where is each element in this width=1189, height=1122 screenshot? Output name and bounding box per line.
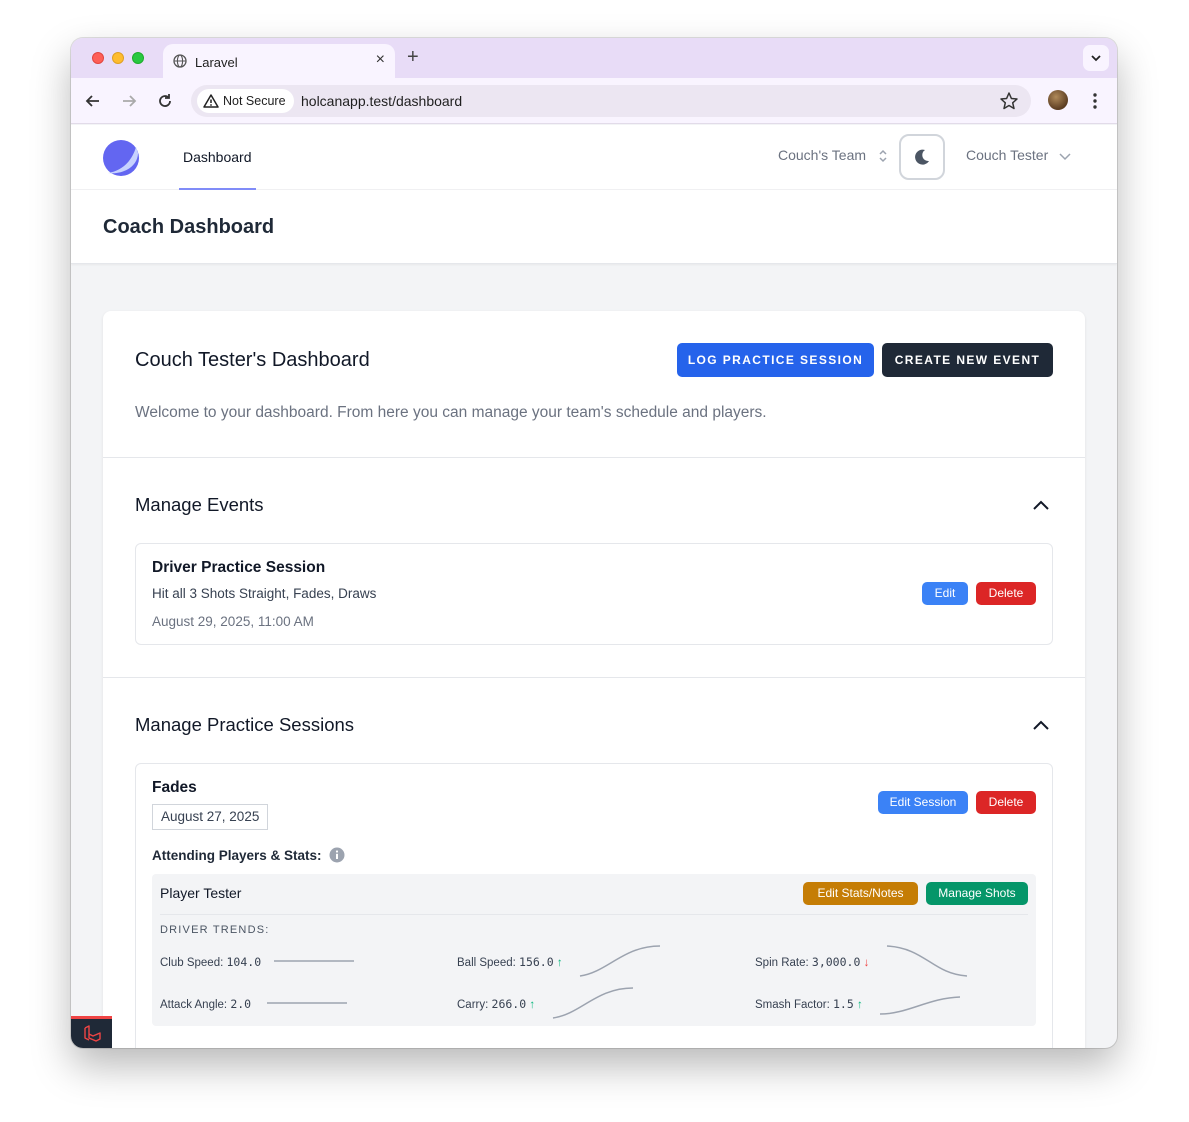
stat-label: Ball Speed:	[457, 957, 516, 969]
log-practice-session-button[interactable]: LOG PRACTICE SESSION	[677, 343, 874, 377]
stat-value: 156.0	[519, 955, 554, 969]
info-icon[interactable]	[329, 847, 345, 863]
security-chip[interactable]: Not Secure	[197, 89, 294, 113]
close-window-button[interactable]	[92, 52, 104, 64]
user-name: Couch Tester	[966, 147, 1049, 163]
laravel-debugbar-button[interactable]	[71, 1016, 112, 1048]
stat-spin-rate: Spin Rate: 3,000.0 ↓	[755, 955, 869, 969]
team-name: Couch's Team	[778, 147, 867, 163]
stat-label: Carry:	[457, 999, 489, 1011]
back-icon[interactable]	[83, 91, 103, 111]
globe-icon	[173, 54, 187, 68]
tab-title: Laravel	[195, 55, 238, 70]
close-tab-icon[interactable]: ×	[376, 52, 385, 68]
page-title: Coach Dashboard	[103, 216, 275, 238]
carry-sparkline	[552, 987, 634, 1019]
laravel-logo-icon	[84, 1025, 101, 1042]
maximize-window-button[interactable]	[132, 52, 144, 64]
session-name: Fades	[152, 779, 197, 796]
profile-avatar[interactable]	[1048, 90, 1068, 110]
dashboard-title: Couch Tester's Dashboard	[135, 349, 370, 371]
chevron-up-icon[interactable]	[1031, 715, 1051, 735]
stat-value: 104.0	[226, 955, 262, 969]
stat-attack-angle: Attack Angle: 2.0	[160, 997, 251, 1011]
page-header: Coach Dashboard	[71, 190, 1117, 264]
kebab-menu-icon[interactable]	[1085, 91, 1105, 111]
address-bar[interactable]: Not Secure holcanapp.test/dashboard	[191, 85, 1031, 117]
session-date-badge: August 27, 2025	[152, 804, 269, 830]
stat-label: Attack Angle:	[160, 999, 228, 1011]
user-menu[interactable]: Couch Tester	[966, 147, 1072, 163]
tab-search-button[interactable]	[1083, 45, 1109, 71]
chevron-down-icon	[1059, 153, 1071, 161]
smash-factor-sparkline	[879, 996, 961, 1015]
delete-event-button[interactable]: Delete	[976, 582, 1036, 605]
section-divider	[103, 457, 1085, 458]
browser-tab[interactable]: Laravel ×	[163, 44, 395, 78]
browser-toolbar: Not Secure holcanapp.test/dashboard	[71, 78, 1117, 124]
bookmark-star-icon[interactable]	[999, 91, 1019, 111]
edit-event-button[interactable]: Edit	[922, 582, 968, 605]
spin-rate-sparkline	[886, 945, 968, 977]
stat-club-speed: Club Speed: 104.0	[160, 955, 261, 969]
stat-value: 2.0	[230, 997, 252, 1011]
manage-shots-button[interactable]: Manage Shots	[926, 882, 1028, 905]
nav-dashboard-link[interactable]: Dashboard	[179, 125, 256, 190]
stat-label: Smash Factor:	[755, 999, 830, 1011]
create-new-event-button[interactable]: CREATE NEW EVENT	[882, 343, 1053, 377]
new-tab-icon[interactable]: +	[407, 47, 419, 67]
browser-window: Laravel × + Not Secure holcanapp.test/da…	[71, 38, 1117, 1048]
trend-up-icon: ↑	[856, 999, 863, 1011]
chevron-up-icon[interactable]	[1031, 495, 1051, 515]
app-logo-icon[interactable]	[102, 139, 140, 177]
edit-stats-notes-button[interactable]: Edit Stats/Notes	[803, 882, 918, 905]
event-description: Hit all 3 Shots Straight, Fades, Draws	[152, 586, 377, 601]
player-name: Player Tester	[160, 885, 242, 901]
edit-session-button[interactable]: Edit Session	[878, 791, 968, 814]
delete-session-button[interactable]: Delete	[976, 791, 1036, 814]
theme-toggle-button[interactable]	[899, 134, 945, 180]
chevron-up-down-icon	[879, 150, 887, 163]
warning-icon	[203, 94, 219, 108]
panel-divider	[160, 914, 1028, 915]
reload-icon[interactable]	[155, 91, 175, 111]
forward-icon[interactable]	[119, 91, 139, 111]
event-date: August 29, 2025, 11:00 AM	[152, 614, 314, 629]
section-divider	[103, 677, 1085, 678]
trend-up-icon: ↑	[529, 999, 536, 1011]
moon-icon	[915, 149, 929, 165]
club-speed-sparkline	[274, 960, 354, 962]
driver-trends-title: DRIVER TRENDS:	[160, 924, 270, 936]
welcome-text: Welcome to your dashboard. From here you…	[135, 404, 767, 421]
stat-smash-factor: Smash Factor: 1.5 ↑	[755, 997, 863, 1011]
trend-up-icon: ↑	[556, 957, 563, 969]
event-card: Driver Practice Session Hit all 3 Shots …	[135, 543, 1053, 645]
attending-label-text: Attending Players & Stats:	[152, 848, 322, 863]
stat-value: 266.0	[491, 997, 527, 1011]
attack-angle-sparkline	[267, 1002, 347, 1004]
event-name: Driver Practice Session	[152, 559, 326, 576]
ball-speed-sparkline	[579, 945, 661, 977]
attending-players-label: Attending Players & Stats:	[152, 847, 345, 863]
trend-down-icon: ↓	[863, 957, 870, 969]
security-label: Not Secure	[223, 94, 286, 108]
chevron-down-icon	[1091, 55, 1101, 62]
dashboard-card: Couch Tester's Dashboard LOG PRACTICE SE…	[103, 311, 1085, 1048]
practice-session-card: Fades August 27, 2025 Edit Session Delet…	[135, 763, 1053, 1048]
stat-value: 3,000.0	[811, 955, 861, 969]
stat-ball-speed: Ball Speed: 156.0 ↑	[457, 955, 563, 969]
tab-strip: Laravel × +	[71, 38, 1117, 78]
stat-label: Club Speed:	[160, 957, 224, 969]
minimize-window-button[interactable]	[112, 52, 124, 64]
stat-value: 1.5	[832, 997, 854, 1011]
app-navbar: Dashboard Couch's Team Couch Tester	[71, 125, 1117, 190]
stat-label: Spin Rate:	[755, 957, 809, 969]
url-text: holcanapp.test/dashboard	[301, 93, 463, 109]
manage-events-title: Manage Events	[135, 494, 264, 515]
stat-carry: Carry: 266.0 ↑	[457, 997, 535, 1011]
team-switcher[interactable]: Couch's Team	[778, 147, 888, 163]
manage-practice-sessions-title: Manage Practice Sessions	[135, 714, 355, 735]
player-stats-panel: Player Tester Edit Stats/Notes Manage Sh…	[152, 874, 1036, 1026]
